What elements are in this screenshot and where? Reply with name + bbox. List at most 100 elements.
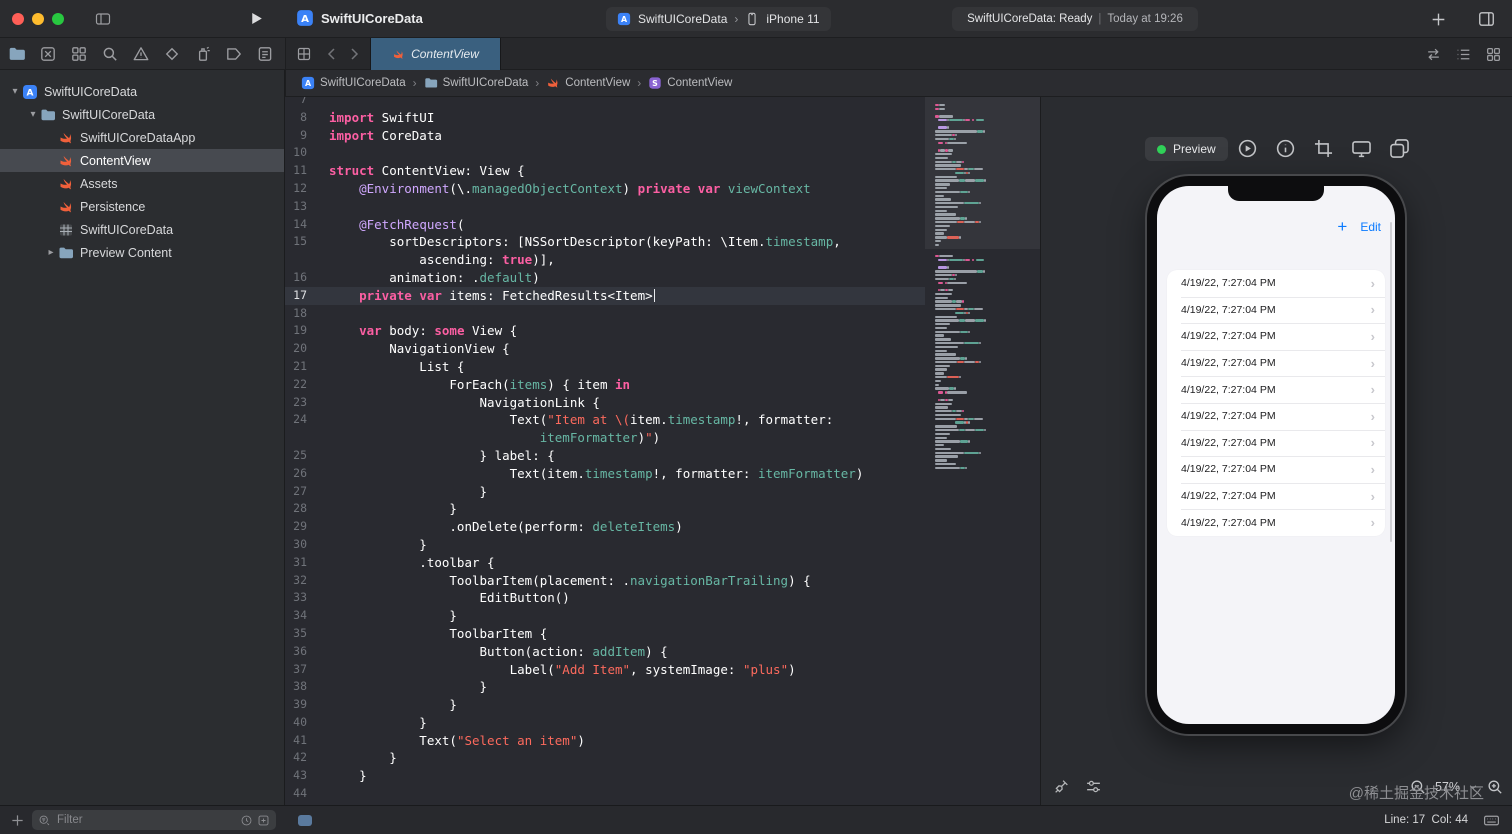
- preview-inspect-button[interactable]: [1275, 138, 1296, 159]
- sidebar-item-swiftuicoredataapp[interactable]: SwiftUICoreDataApp: [0, 126, 284, 149]
- disclosure-triangle-icon[interactable]: ▸: [44, 247, 58, 258]
- recent-files-filter-icon[interactable]: [240, 814, 253, 827]
- go-forward-button[interactable]: [346, 46, 362, 62]
- filter-field[interactable]: [32, 810, 276, 830]
- sidebar-item-assets[interactable]: Assets: [0, 172, 284, 195]
- preview-device-button[interactable]: [1351, 138, 1372, 159]
- code-line[interactable]: 17 private var items: FetchedResults<Ite…: [285, 286, 925, 305]
- editor-panes-button[interactable]: [1477, 10, 1496, 28]
- symbol-navigator-tab[interactable]: [70, 45, 88, 63]
- debug-navigator-tab[interactable]: [194, 45, 212, 63]
- code-line[interactable]: 33 EditButton(): [285, 589, 925, 607]
- code-line[interactable]: 18: [285, 305, 925, 323]
- code-line[interactable]: 25 } label: {: [285, 447, 925, 465]
- code-line[interactable]: 41 Text("Select an item"): [285, 732, 925, 750]
- timestamp-row[interactable]: 4/19/22, 7:27:04 PM ›: [1167, 509, 1385, 536]
- breadcrumb-group[interactable]: SwiftUICoreData: [424, 76, 528, 90]
- timestamp-row[interactable]: 4/19/22, 7:27:04 PM ›: [1167, 270, 1385, 297]
- test-navigator-tab[interactable]: [163, 45, 181, 63]
- editor-layout-button[interactable]: [1485, 46, 1502, 63]
- report-navigator-tab[interactable]: [256, 45, 274, 63]
- code-line[interactable]: 19 var body: some View {: [285, 322, 925, 340]
- code-line[interactable]: 8 import SwiftUI: [285, 109, 925, 127]
- code-line[interactable]: 40 }: [285, 714, 925, 732]
- library-add-button[interactable]: [1430, 11, 1447, 28]
- code-line[interactable]: 38 }: [285, 678, 925, 696]
- code-line[interactable]: 15 sortDescriptors: [NSSortDescriptor(ke…: [285, 233, 925, 251]
- code-line[interactable]: ascending: true)],: [285, 251, 925, 269]
- code-line[interactable]: 16 animation: .default): [285, 269, 925, 287]
- close-window-button[interactable]: [12, 13, 24, 25]
- project-navigator-tab[interactable]: [8, 45, 26, 63]
- adjust-editor-button[interactable]: [1455, 46, 1472, 63]
- source-control-filter-icon[interactable]: [257, 814, 270, 827]
- code-line[interactable]: 31 .toolbar {: [285, 554, 925, 572]
- fullscreen-window-button[interactable]: [52, 13, 64, 25]
- code-line[interactable]: 26 Text(item.timestamp!, formatter: item…: [285, 465, 925, 483]
- add-item-button[interactable]: +: [1337, 218, 1347, 235]
- zoom-in-button[interactable]: [1486, 778, 1504, 796]
- run-button[interactable]: [248, 10, 265, 27]
- code-line[interactable]: itemFormatter)"): [285, 429, 925, 447]
- preview-variants-button[interactable]: [1389, 138, 1410, 159]
- code-line[interactable]: 10: [285, 144, 925, 162]
- timestamp-row[interactable]: 4/19/22, 7:27:04 PM ›: [1167, 376, 1385, 403]
- code-line[interactable]: 21 List {: [285, 358, 925, 376]
- tab-overview-button[interactable]: [296, 46, 312, 62]
- code-line[interactable]: 12 @Environment(\.managedObjectContext) …: [285, 180, 925, 198]
- live-preview-button[interactable]: [1237, 138, 1258, 159]
- disclosure-triangle-icon[interactable]: ▾: [26, 109, 40, 120]
- timestamp-row[interactable]: 4/19/22, 7:27:04 PM ›: [1167, 349, 1385, 377]
- source-control-navigator-tab[interactable]: [39, 45, 57, 63]
- sidebar-item-swiftuicoredata[interactable]: ▾ SwiftUICoreData: [0, 103, 284, 126]
- code-line[interactable]: 30 }: [285, 536, 925, 554]
- code-editor[interactable]: 7 8 import SwiftUI 9 import CoreData 10 11 stru…: [285, 97, 925, 805]
- code-line[interactable]: 34 }: [285, 607, 925, 625]
- disclosure-triangle-icon[interactable]: ▾: [8, 86, 22, 97]
- code-line[interactable]: 37 Label("Add Item", systemImage: "plus"…: [285, 661, 925, 679]
- code-line[interactable]: 11 struct ContentView: View {: [285, 162, 925, 180]
- timestamp-row[interactable]: 4/19/22, 7:27:04 PM ›: [1167, 296, 1385, 324]
- sidebar-item-swiftuicoredata[interactable]: ▾ A SwiftUICoreData: [0, 80, 284, 103]
- timestamp-row[interactable]: 4/19/22, 7:27:04 PM ›: [1167, 402, 1385, 430]
- find-navigator-tab[interactable]: [101, 45, 119, 63]
- minimize-window-button[interactable]: [32, 13, 44, 25]
- minimap[interactable]: [925, 97, 1040, 805]
- code-line[interactable]: 42 }: [285, 749, 925, 767]
- sidebar-item-persistence[interactable]: Persistence: [0, 195, 284, 218]
- code-line[interactable]: 35 ToolbarItem {: [285, 625, 925, 643]
- activity-status[interactable]: SwiftUICoreData: Ready | Today at 19:26: [952, 7, 1198, 31]
- timestamp-row[interactable]: 4/19/22, 7:27:04 PM ›: [1167, 429, 1385, 457]
- canvas-settings-button[interactable]: [1085, 778, 1102, 795]
- sidebar-item-swiftuicoredata[interactable]: SwiftUICoreData: [0, 218, 284, 241]
- issue-navigator-tab[interactable]: [132, 45, 150, 63]
- code-line[interactable]: 39 }: [285, 696, 925, 714]
- breadcrumb-symbol[interactable]: S ContentView: [648, 76, 732, 90]
- sidebar-item-preview-content[interactable]: ▸ Preview Content: [0, 241, 284, 264]
- toggle-navigator-icon[interactable]: [94, 11, 112, 27]
- add-file-button[interactable]: [10, 813, 25, 828]
- sidebar-item-contentview[interactable]: ContentView: [0, 149, 284, 172]
- code-line[interactable]: 20 NavigationView {: [285, 340, 925, 358]
- edit-button[interactable]: Edit: [1360, 220, 1381, 234]
- code-line[interactable]: 23 NavigationLink {: [285, 394, 925, 412]
- code-line[interactable]: 24 Text("Item at \(item.timestamp!, form…: [285, 411, 925, 429]
- code-line[interactable]: 14 @FetchRequest(: [285, 216, 925, 234]
- keyboard-shortcuts-icon[interactable]: [1483, 812, 1500, 829]
- breadcrumb-project[interactable]: A SwiftUICoreData: [301, 76, 406, 90]
- preview-selectable-button[interactable]: [1313, 138, 1334, 159]
- filter-input[interactable]: [55, 813, 236, 827]
- tab-contentview[interactable]: ContentView: [370, 38, 501, 70]
- code-line[interactable]: 7: [285, 97, 925, 109]
- code-line[interactable]: 28 }: [285, 500, 925, 518]
- breakpoint-navigator-tab[interactable]: [225, 45, 243, 63]
- code-line[interactable]: 44: [285, 785, 925, 803]
- scheme-selector[interactable]: A SwiftUICoreData › iPhone 11: [606, 7, 831, 31]
- breadcrumb-file[interactable]: ContentView: [546, 76, 630, 90]
- code-line[interactable]: 22 ForEach(items) { item in: [285, 376, 925, 394]
- code-line[interactable]: 36 Button(action: addItem) {: [285, 643, 925, 661]
- code-line[interactable]: 43 }: [285, 767, 925, 785]
- code-line[interactable]: 27 }: [285, 483, 925, 501]
- code-line[interactable]: 29 .onDelete(perform: deleteItems): [285, 518, 925, 536]
- timestamp-row[interactable]: 4/19/22, 7:27:04 PM ›: [1167, 482, 1385, 510]
